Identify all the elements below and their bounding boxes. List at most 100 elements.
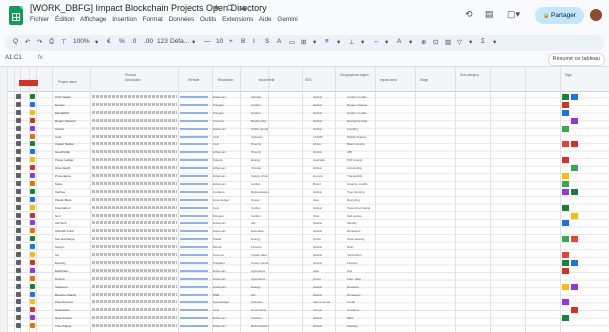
table-row[interactable]: Earthbanc Ethereum Agriculture Asia Soil xyxy=(7,267,609,275)
cell-name[interactable]: Nori xyxy=(55,214,61,218)
row-checkbox-icon[interactable] xyxy=(16,236,21,242)
cell-website-link[interactable] xyxy=(180,254,208,256)
spreadsheet-grid[interactable]: Project name Product Description Website Blo… xyxy=(0,66,609,332)
cell-region[interactable]: Global xyxy=(313,293,322,297)
toolbar-chart-button[interactable]: ▥ xyxy=(445,38,451,46)
cell-chain[interactable]: Stellar xyxy=(213,237,222,241)
cell-region[interactable]: Global xyxy=(313,229,322,233)
cell-description[interactable] xyxy=(92,260,177,264)
column-header-c6[interactable]: Impact field xyxy=(258,78,274,82)
cell-description[interactable] xyxy=(92,292,177,296)
cell-field[interactable]: Energy xyxy=(251,285,261,289)
cell-region[interactable]: USA xyxy=(313,214,319,218)
cell-name[interactable]: Open Earth xyxy=(55,166,70,170)
cell-name[interactable]: CO2 tracker xyxy=(55,95,71,99)
cell-region[interactable]: Global xyxy=(313,127,322,131)
toolbar-rotate-button[interactable]: A xyxy=(397,38,401,45)
cell-chain[interactable]: Ethereum xyxy=(213,324,226,328)
cell-name[interactable]: Provenance xyxy=(55,174,71,178)
cell-chain[interactable]: Cosmos xyxy=(213,119,224,123)
cell-region[interactable]: Global xyxy=(313,245,322,249)
cell-chain[interactable]: Ethereum xyxy=(213,285,226,289)
toolbar-number-format-button[interactable]: 123 xyxy=(157,38,168,45)
row-checkbox-icon[interactable] xyxy=(16,188,21,194)
cell-name[interactable]: Evercity xyxy=(55,261,66,265)
row-checkbox-icon[interactable] xyxy=(16,307,21,313)
table-row[interactable]: Grassroots Celo Community Kenya Currency xyxy=(7,306,609,314)
cell-chain[interactable]: Ethereum xyxy=(213,277,226,281)
cell-chain[interactable]: Ethereum xyxy=(213,174,226,178)
column-header-c5[interactable]: Blockchain xyxy=(218,78,233,82)
toolbar-decimal-more-button[interactable]: .00 xyxy=(144,38,153,45)
cell-region[interactable]: Global xyxy=(313,150,322,154)
cell-website-link[interactable] xyxy=(180,317,208,320)
row-checkbox-icon[interactable] xyxy=(16,283,21,289)
cell-area[interactable]: DeFi xyxy=(347,245,353,249)
cell-region[interactable]: Global xyxy=(313,253,322,257)
toolbar-rotate-menu-button[interactable]: ▾ xyxy=(409,38,412,46)
cell-name[interactable]: Moss xyxy=(55,182,62,186)
column-header-c10[interactable]: Stage xyxy=(420,78,428,82)
cell-name[interactable]: Sun Exchange xyxy=(55,237,75,241)
toolbar-font-size-button[interactable]: 10 xyxy=(216,38,223,45)
cell-description[interactable] xyxy=(92,237,177,241)
cell-website-link[interactable] xyxy=(180,230,208,233)
cell-region[interactable]: Brazil xyxy=(313,182,321,186)
row-checkbox-icon[interactable] xyxy=(16,323,21,329)
cell-area[interactable]: Finance xyxy=(347,261,358,265)
row-checkbox-icon[interactable] xyxy=(16,101,21,107)
table-row[interactable]: Open Forest Ethereum Forestry Global MRV xyxy=(7,314,609,322)
toolbar-text-color-button[interactable]: A xyxy=(277,38,281,45)
cell-region[interactable]: Europe xyxy=(313,174,323,178)
cell-chain[interactable]: Ethereum xyxy=(213,127,226,131)
row-checkbox-icon[interactable] xyxy=(16,125,21,131)
cell-name[interactable]: KlimaDAO xyxy=(55,111,69,115)
cell-field[interactable]: Carbon xyxy=(251,182,261,186)
cell-area[interactable]: Amazon credits xyxy=(347,182,368,186)
cell-region[interactable]: Africa xyxy=(313,237,321,241)
toolbar-zoom-button[interactable]: 100% xyxy=(73,38,90,45)
cell-name[interactable]: Kiva Protocol xyxy=(55,300,73,304)
cell-description[interactable] xyxy=(92,102,177,106)
cell-field[interactable]: Climate xyxy=(251,166,261,170)
menu-edit[interactable]: Édition xyxy=(55,16,75,23)
menu-help[interactable]: Aide xyxy=(259,16,272,23)
toolbar-paint-format-button[interactable]: ⊤ xyxy=(61,38,67,46)
cell-area[interactable]: Currency xyxy=(347,308,359,312)
cell-name[interactable]: Toucan xyxy=(55,103,65,107)
cell-area[interactable]: Traceability xyxy=(347,174,362,178)
cell-field[interactable]: Reforestation xyxy=(251,324,269,328)
toolbar-valign-button[interactable]: ⊥ xyxy=(349,38,355,46)
cell-field[interactable]: Agriculture xyxy=(251,277,265,281)
column-header-c2[interactable]: Product xyxy=(125,73,136,77)
table-row[interactable]: Plastic Bank Hyperledger Ocean Asia Recyclin… xyxy=(7,196,609,204)
cell-region[interactable]: Global xyxy=(313,119,322,123)
menu-view[interactable]: Affichage xyxy=(80,16,107,23)
cell-field[interactable]: Finance xyxy=(251,245,262,249)
toolbar-borders-menu-button[interactable]: ▾ xyxy=(313,38,316,46)
row-checkbox-icon[interactable] xyxy=(16,299,21,305)
cell-area[interactable]: Credit xyxy=(347,300,355,304)
cell-description[interactable] xyxy=(92,308,177,312)
cell-description[interactable] xyxy=(92,300,177,304)
cell-field[interactable]: Poverty xyxy=(251,150,261,154)
menu-gemini[interactable]: Gemini xyxy=(277,16,297,23)
table-row[interactable]: Evercity Polkadot Green bonds Global Finance xyxy=(7,259,609,267)
row-checkbox-icon[interactable] xyxy=(16,252,21,257)
table-row[interactable]: Flowcarbon Celo Carbon Global Tokenized cred… xyxy=(7,204,609,212)
cell-field[interactable]: Energy xyxy=(251,158,261,162)
cell-field[interactable]: Ocean xyxy=(251,198,260,202)
cell-website-link[interactable] xyxy=(180,190,208,193)
table-row[interactable]: Power Ledger Solana Energy Australia P2P ene… xyxy=(7,156,609,164)
table-row[interactable]: Nori Polygon Carbon USA Soil carbon xyxy=(7,212,609,220)
table-row[interactable]: Provenance Ethereum Supply chain Europe Trac… xyxy=(7,172,609,180)
cell-field[interactable]: Inclusion xyxy=(251,300,263,304)
cell-region[interactable]: LATAM xyxy=(313,135,323,139)
column-header-c4[interactable]: Website xyxy=(188,78,199,82)
history-icon[interactable]: ⟲ xyxy=(465,9,473,20)
cell-region[interactable]: Sierra Leone xyxy=(313,300,330,304)
cell-area[interactable]: Carbon credits xyxy=(347,111,367,115)
toolbar-decimal-less-button[interactable]: .0 xyxy=(131,38,136,45)
toolbar-functions-menu-button[interactable]: ▾ xyxy=(493,38,496,46)
cell-website-link[interactable] xyxy=(180,269,208,272)
